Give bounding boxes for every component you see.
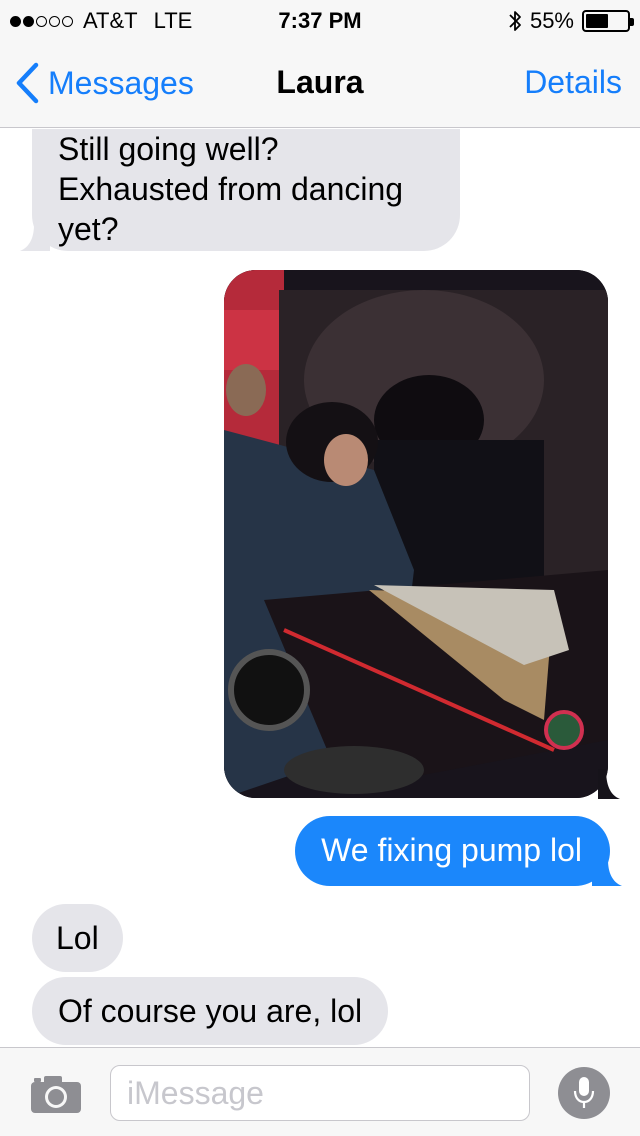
message-text: Still going well? Exhausted from dancing… [58,131,404,247]
message-text: Of course you are, lol [58,993,363,1029]
details-button[interactable]: Details [524,64,622,101]
status-bar: AT&T LTE 7:37 PM 55% [0,0,640,40]
bubble-tail [20,225,50,251]
battery-tip [630,18,634,26]
photo-bubble-tail [598,769,620,799]
battery-level [586,14,608,28]
bluetooth-icon [509,11,521,31]
camera-icon[interactable] [30,1074,82,1114]
battery-percent: 55% [529,8,574,33]
outgoing-message[interactable]: We fixing pump lol [295,816,622,886]
microphone-button[interactable] [558,1067,610,1119]
chevron-left-icon [16,62,39,104]
message-text: Lol [56,920,99,956]
photo-attachment-icon [224,270,608,798]
status-right: 55% [508,8,634,34]
bubble-tail [592,860,622,886]
incoming-message[interactable]: Of course you are, lol [32,977,389,1045]
messages-screen: AT&T LTE 7:37 PM 55% Messages Laura Deta… [0,0,640,1136]
battery-icon [582,10,634,32]
message-text: We fixing pump lol [321,832,582,868]
message-thread[interactable]: Still going well? Exhausted from dancing… [0,129,640,1047]
incoming-message[interactable]: Lol [32,904,123,972]
navigation-bar: Messages Laura Details [0,40,640,128]
back-button-label: Messages [48,64,194,101]
back-button[interactable]: Messages [14,62,194,104]
microphone-icon [573,1077,595,1108]
incoming-message[interactable]: Still going well? Exhausted from dancing… [20,129,460,251]
message-input-bar [0,1047,640,1136]
photo-attachment[interactable] [224,270,608,798]
imessage-input[interactable] [110,1065,530,1121]
